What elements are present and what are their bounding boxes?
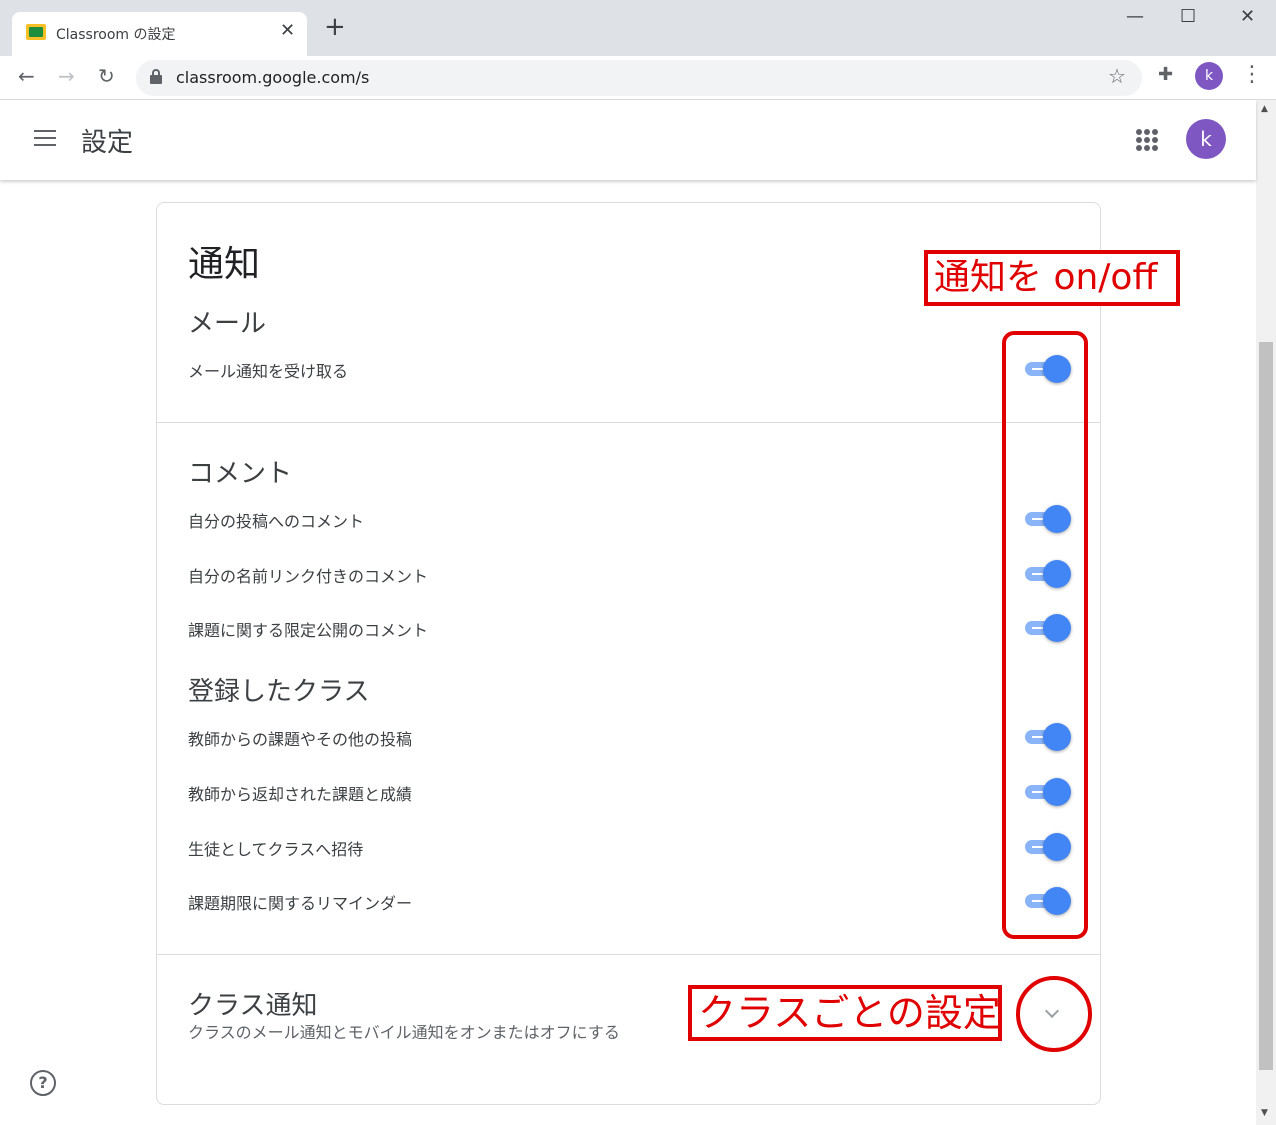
back-arrow-icon[interactable]: ← (18, 64, 35, 88)
class-notifications-description: クラスのメール通知とモバイル通知をオンまたはオフにする (188, 1023, 620, 1042)
browser-toolbar: ← → ↻ classroom.google.com/s ☆ ✚ k ⋮ (0, 56, 1276, 100)
browser-menu-icon[interactable]: ⋮ (1241, 62, 1263, 87)
browser-profile-avatar[interactable]: k (1195, 62, 1223, 90)
browser-tab[interactable]: Classroom の設定 ✕ (12, 12, 307, 56)
divider (157, 954, 1100, 955)
reload-icon[interactable]: ↻ (98, 64, 115, 88)
class-settings-annotation-label: クラスごとの設定 (688, 985, 1002, 1041)
classroom-favicon-icon (26, 24, 46, 40)
tab-close-icon[interactable]: ✕ (280, 20, 295, 41)
page-title: 設定 (81, 128, 134, 158)
setting-label: 教師からの課題やその他の投稿 (188, 730, 413, 749)
tab-title: Classroom の設定 (56, 27, 176, 43)
toggle-annotation-label: 通知を on/off (924, 250, 1180, 306)
scrollbar-thumb[interactable] (1259, 342, 1273, 1070)
url-text[interactable]: classroom.google.com/s (176, 68, 369, 87)
hamburger-menu-icon[interactable] (34, 130, 56, 148)
notifications-heading: 通知 (188, 244, 261, 285)
chevron-highlight-circle (1016, 976, 1092, 1052)
setting-label: 生徒としてクラスへ招待 (188, 840, 364, 859)
window-close-button[interactable]: ✕ (1240, 6, 1255, 27)
help-icon[interactable]: ? (30, 1070, 56, 1096)
browser-titlebar: Classroom の設定 ✕ + — ☐ ✕ (0, 0, 1276, 56)
enrolled-classes-heading: 登録したクラス (188, 677, 370, 707)
notifications-card: 通知 メール メール通知を受け取る コメント 自分の投稿へのコメント 自分の名前… (156, 202, 1101, 1105)
divider (157, 422, 1100, 423)
minimize-button[interactable]: — (1126, 6, 1144, 27)
setting-label: 課題期限に関するリマインダー (188, 894, 413, 913)
google-apps-grid-icon[interactable] (1136, 129, 1158, 151)
email-heading: メール (188, 309, 267, 339)
new-tab-button[interactable]: + (324, 14, 346, 40)
app-header: 設定 k (0, 100, 1256, 180)
scroll-up-arrow-icon[interactable]: ▲ (1261, 104, 1268, 114)
comments-heading: コメント (188, 459, 293, 489)
setting-label: 自分の名前リンク付きのコメント (188, 567, 429, 586)
extensions-puzzle-icon[interactable]: ✚ (1158, 64, 1173, 85)
scroll-down-arrow-icon[interactable]: ▼ (1261, 1108, 1268, 1118)
maximize-button[interactable]: ☐ (1180, 6, 1196, 27)
account-avatar[interactable]: k (1186, 119, 1226, 159)
bookmark-star-icon[interactable]: ☆ (1108, 64, 1126, 88)
setting-label: 教師から返却された課題と成績 (188, 785, 413, 804)
class-notifications-heading: クラス通知 (188, 991, 318, 1021)
setting-label: メール通知を受け取る (188, 362, 349, 381)
page-scrollbar[interactable]: ▲ ▼ (1256, 100, 1276, 1125)
setting-label: 自分の投稿へのコメント (188, 512, 365, 531)
lock-icon (150, 69, 162, 84)
forward-arrow-icon[interactable]: → (58, 64, 75, 88)
toggles-highlight-box (1002, 331, 1088, 939)
setting-label: 課題に関する限定公開のコメント (188, 621, 429, 640)
address-bar[interactable]: classroom.google.com/s ☆ (136, 60, 1142, 96)
